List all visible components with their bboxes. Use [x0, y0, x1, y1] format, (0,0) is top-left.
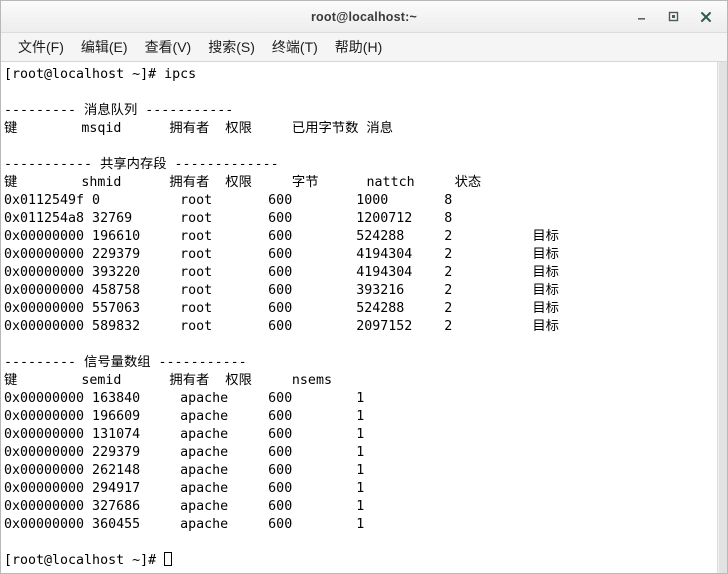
- terminal-line: 0x00000000 327686 apache 600 1: [4, 499, 365, 514]
- terminal-line: 0x011254a8 32769 root 600 1200712 8: [4, 211, 453, 226]
- terminal-line: 0x00000000 262148 apache 600 1: [4, 463, 365, 478]
- minimize-button[interactable]: [634, 9, 649, 24]
- menu-item-file[interactable]: 文件(F): [10, 35, 73, 59]
- terminal-line: --------- 信号量数组 -----------: [4, 355, 247, 370]
- terminal-line: 0x00000000 131074 apache 600 1: [4, 427, 365, 442]
- terminal-line: 0x00000000 360455 apache 600 1: [4, 517, 365, 532]
- terminal-window: root@localhost:~ 文件(F) 编辑(E) 查看(V) 搜索(S)…: [0, 0, 728, 574]
- title-bar[interactable]: root@localhost:~: [1, 1, 727, 33]
- terminal-output[interactable]: [root@localhost ~]# ipcs --------- 消息队列 -…: [1, 62, 717, 573]
- terminal-area[interactable]: [root@localhost ~]# ipcs --------- 消息队列 -…: [1, 62, 727, 573]
- menu-item-terminal[interactable]: 终端(T): [264, 35, 327, 59]
- close-icon: [700, 11, 712, 23]
- terminal-line: 0x00000000 163840 apache 600 1: [4, 391, 365, 406]
- terminal-line: 键 shmid 拥有者 权限 字节 nattch 状态: [4, 175, 482, 190]
- terminal-line: ----------- 共享内存段 -------------: [4, 157, 279, 172]
- terminal-line: 0x00000000 589832 root 600 2097152 2 目标: [4, 319, 559, 334]
- menu-bar: 文件(F) 编辑(E) 查看(V) 搜索(S) 终端(T) 帮助(H): [1, 33, 727, 62]
- shell-prompt: [root@localhost ~]#: [4, 553, 165, 568]
- terminal-line: 0x00000000 458758 root 600 393216 2 目标: [4, 283, 559, 298]
- terminal-line: --------- 消息队列 -----------: [4, 103, 234, 118]
- scrollbar-thumb[interactable]: [719, 62, 727, 573]
- terminal-line: [root@localhost ~]# ipcs: [4, 67, 197, 82]
- terminal-line: 0x00000000 393220 root 600 4194304 2 目标: [4, 265, 559, 280]
- terminal-scrollbar[interactable]: [717, 62, 727, 573]
- minimize-icon: [636, 11, 647, 22]
- close-button[interactable]: [698, 9, 713, 24]
- terminal-line: 0x00000000 229379 apache 600 1: [4, 445, 365, 460]
- terminal-line: 0x0112549f 0 root 600 1000 8: [4, 193, 453, 208]
- terminal-line: 键 semid 拥有者 权限 nsems: [4, 373, 332, 388]
- terminal-line: [root@localhost ~]#: [4, 552, 717, 570]
- terminal-line: 0x00000000 196610 root 600 524288 2 目标: [4, 229, 559, 244]
- menu-item-search[interactable]: 搜索(S): [200, 35, 264, 59]
- menu-item-view[interactable]: 查看(V): [137, 35, 201, 59]
- window-controls: [634, 1, 721, 32]
- terminal-line: 0x00000000 294917 apache 600 1: [4, 481, 365, 496]
- menu-item-help[interactable]: 帮助(H): [327, 35, 391, 59]
- terminal-line: 键 msqid 拥有者 权限 已用字节数 消息: [4, 121, 394, 136]
- window-title: root@localhost:~: [310, 9, 418, 24]
- maximize-button[interactable]: [666, 9, 681, 24]
- terminal-line: 0x00000000 196609 apache 600 1: [4, 409, 365, 424]
- terminal-line: 0x00000000 229379 root 600 4194304 2 目标: [4, 247, 559, 262]
- menu-item-edit[interactable]: 编辑(E): [73, 35, 137, 59]
- terminal-line: 0x00000000 557063 root 600 524288 2 目标: [4, 301, 559, 316]
- maximize-icon: [668, 11, 679, 22]
- text-cursor: [164, 552, 173, 566]
